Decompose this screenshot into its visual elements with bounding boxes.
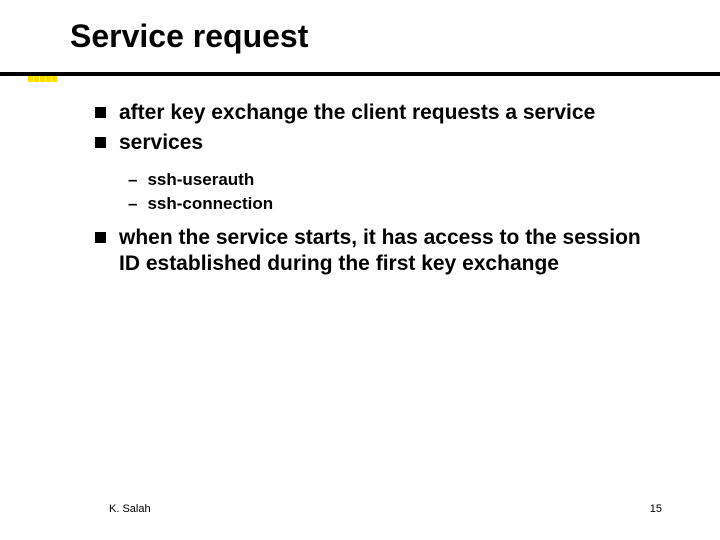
bullet-square-icon: [95, 232, 106, 243]
slide-title: Service request: [70, 18, 308, 55]
accent-squares: [28, 76, 57, 82]
dash-icon: –: [128, 193, 137, 215]
footer-author: K. Salah: [109, 503, 151, 515]
bullet-square-icon: [95, 107, 106, 118]
content-area: after key exchange the client requests a…: [95, 100, 665, 281]
sub-bullet-item: – ssh-userauth: [128, 169, 665, 191]
bullet-item: services: [95, 130, 665, 156]
footer-page-number: 15: [650, 503, 662, 515]
sub-bullet-text: ssh-userauth: [147, 169, 254, 191]
dash-icon: –: [128, 169, 137, 191]
title-underline: [0, 72, 720, 76]
bullet-text: services: [119, 130, 203, 156]
bullet-text: when the service starts, it has access t…: [119, 225, 665, 278]
sub-bullet-item: – ssh-connection: [128, 193, 665, 215]
bullet-square-icon: [95, 137, 106, 148]
bullet-item: after key exchange the client requests a…: [95, 100, 665, 126]
sub-bullet-text: ssh-connection: [147, 193, 273, 215]
bullet-text: after key exchange the client requests a…: [119, 100, 595, 126]
bullet-item: when the service starts, it has access t…: [95, 225, 665, 278]
slide: Service request after key exchange the c…: [0, 0, 720, 540]
